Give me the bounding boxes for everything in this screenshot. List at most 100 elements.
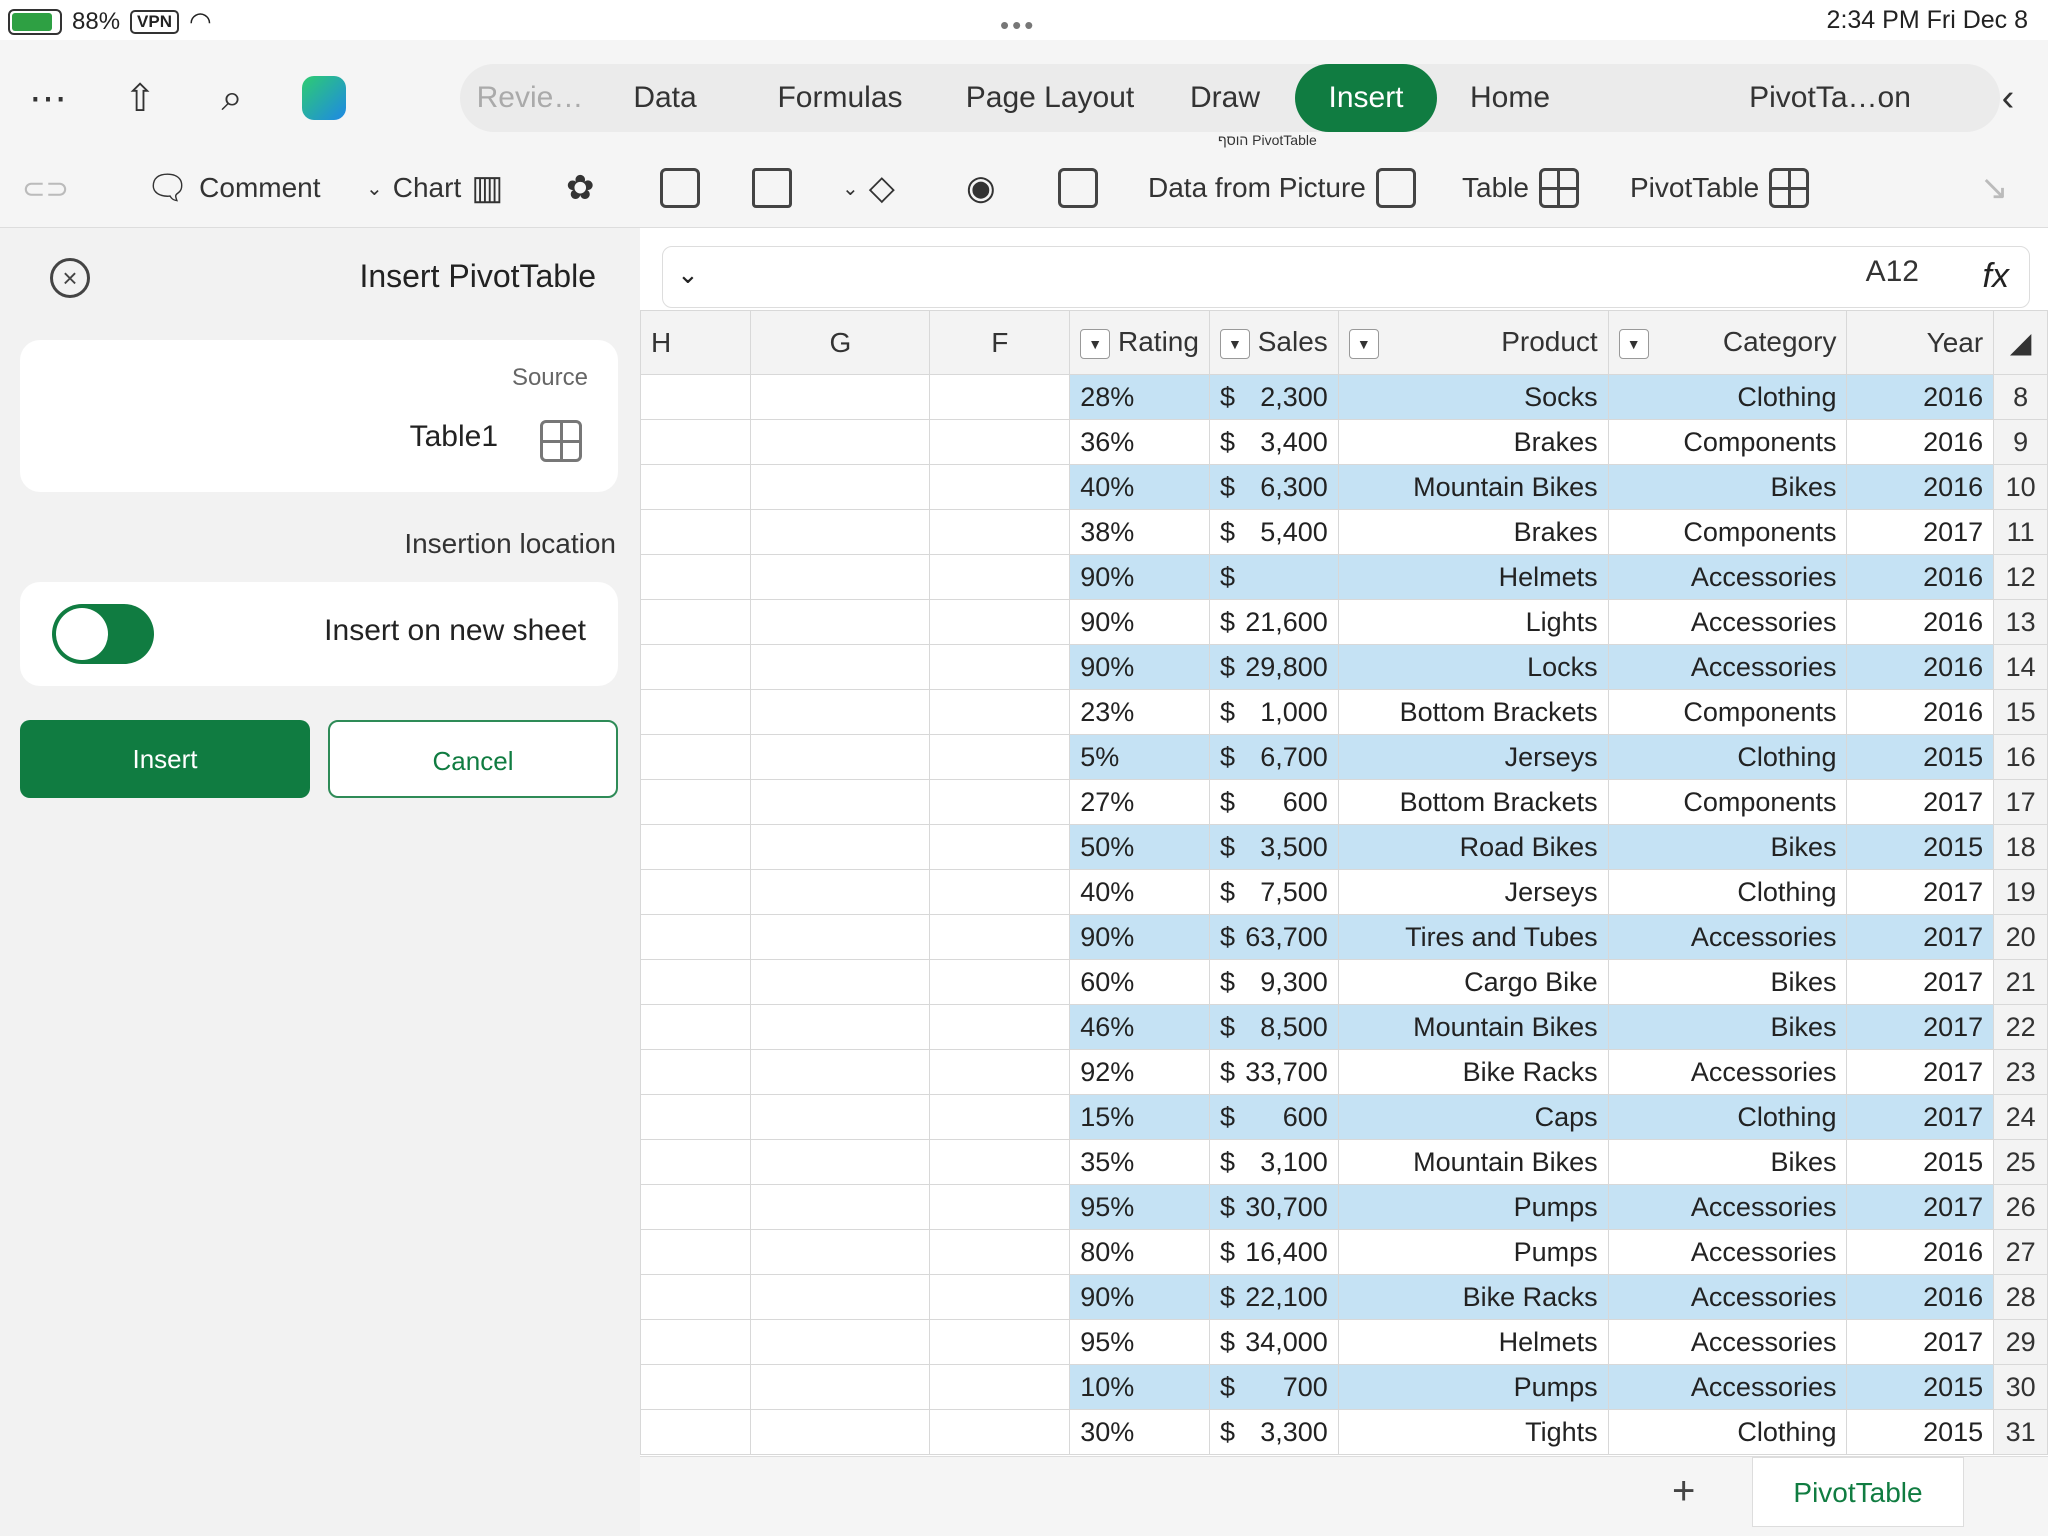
cell-f[interactable] — [929, 1139, 1071, 1185]
cell-year[interactable]: 2017 — [1846, 779, 1995, 825]
cell-g[interactable] — [750, 1229, 931, 1275]
cell-h[interactable] — [640, 1229, 752, 1275]
cell-product[interactable]: Mountain Bikes — [1337, 464, 1609, 510]
cell-rating[interactable]: 15% — [1069, 1094, 1210, 1140]
shapes-button[interactable]: ⌄ ◇ — [842, 160, 895, 216]
cell-category[interactable]: Accessories — [1607, 554, 1848, 600]
more-icon[interactable]: ⋯ — [20, 70, 76, 126]
filter-icon[interactable]: ▼ — [1348, 328, 1379, 359]
cell-f[interactable] — [929, 1364, 1071, 1410]
cell-g[interactable] — [750, 959, 931, 1005]
cell-sales[interactable]: $ — [1208, 554, 1339, 600]
cell-rating[interactable]: 95% — [1069, 1184, 1210, 1230]
cell-g[interactable] — [750, 1139, 931, 1185]
tab-insert[interactable]: Insert — [1295, 64, 1437, 132]
text-box-icon[interactable] — [752, 160, 792, 216]
filter-icon[interactable]: ▼ — [1618, 328, 1649, 359]
cell-category[interactable]: Accessories — [1607, 1274, 1848, 1320]
cell-rating[interactable]: 5% — [1069, 734, 1210, 780]
cell-f[interactable] — [929, 1229, 1071, 1275]
cell-h[interactable] — [640, 1364, 752, 1410]
copilot-icon[interactable] — [296, 70, 352, 126]
cell-product[interactable]: Tights — [1337, 1409, 1609, 1455]
cell-product[interactable]: Socks — [1337, 374, 1609, 420]
tab-home[interactable]: Home — [1450, 64, 1570, 132]
cell-rating[interactable]: 28% — [1069, 374, 1210, 420]
cell-h[interactable] — [640, 419, 752, 465]
cell-year[interactable]: 2017 — [1846, 1049, 1995, 1095]
recommended-icon[interactable]: ↘ — [1980, 160, 2009, 216]
row-number[interactable]: 26 — [1993, 1184, 2048, 1230]
cell-year[interactable]: 2016 — [1846, 554, 1995, 600]
filter-icon[interactable]: ▼ — [1219, 328, 1250, 359]
camera-icon[interactable]: ◉ — [966, 160, 996, 216]
ideas-icon[interactable]: ✿ — [566, 160, 595, 216]
multitasking-dots-icon[interactable]: ••• — [1000, 10, 1036, 41]
image-search-icon[interactable] — [660, 160, 700, 216]
cell-f[interactable] — [929, 419, 1071, 465]
cell-year[interactable]: 2016 — [1846, 689, 1995, 735]
cell-h[interactable] — [640, 779, 752, 825]
cell-h[interactable] — [640, 914, 752, 960]
cell-sales[interactable]: $2,300 — [1208, 374, 1339, 420]
cell-sales[interactable]: $34,000 — [1208, 1319, 1339, 1365]
cancel-button[interactable]: Cancel — [328, 720, 618, 798]
cell-category[interactable]: Clothing — [1607, 869, 1848, 915]
cell-year[interactable]: 2016 — [1846, 644, 1995, 690]
cell-sales[interactable]: $6,700 — [1208, 734, 1339, 780]
search-icon[interactable]: ⌕ — [204, 70, 260, 126]
cell-h[interactable] — [640, 734, 752, 780]
cell-g[interactable] — [750, 1049, 931, 1095]
cell-g[interactable] — [750, 689, 931, 735]
cell-rating[interactable]: 90% — [1069, 1274, 1210, 1320]
cell-category[interactable]: Accessories — [1607, 1319, 1848, 1365]
cell-f[interactable] — [929, 734, 1071, 780]
cell-sales[interactable]: $600 — [1208, 779, 1339, 825]
cell-product[interactable]: Bike Racks — [1337, 1274, 1609, 1320]
cell-rating[interactable]: 50% — [1069, 824, 1210, 870]
cell-f[interactable] — [929, 1274, 1071, 1320]
cell-product[interactable]: Mountain Bikes — [1337, 1139, 1609, 1185]
cell-year[interactable]: 2015 — [1846, 1139, 1995, 1185]
cell-year[interactable]: 2015 — [1846, 1364, 1995, 1410]
cell-rating[interactable]: 27% — [1069, 779, 1210, 825]
cell-h[interactable] — [640, 1184, 752, 1230]
cell-f[interactable] — [929, 824, 1071, 870]
chevron-down-icon[interactable]: ⌄ — [677, 259, 699, 290]
new-sheet-toggle[interactable] — [52, 604, 154, 664]
cell-rating[interactable]: 46% — [1069, 1004, 1210, 1050]
cell-sales[interactable]: $3,300 — [1208, 1409, 1339, 1455]
cell-product[interactable]: Brakes — [1337, 419, 1609, 465]
cell-rating[interactable]: 10% — [1069, 1364, 1210, 1410]
source-card[interactable]: Source Table1 — [20, 340, 618, 492]
fx-icon[interactable]: fx — [1983, 257, 2009, 296]
cell-category[interactable]: Bikes — [1607, 1139, 1848, 1185]
cell-g[interactable] — [750, 824, 931, 870]
cell-h[interactable] — [640, 374, 752, 420]
select-all-corner[interactable]: ◢ — [1993, 310, 2048, 375]
cell-sales[interactable]: $7,500 — [1208, 869, 1339, 915]
cell-sales[interactable]: $30,700 — [1208, 1184, 1339, 1230]
cell-product[interactable]: Locks — [1337, 644, 1609, 690]
cell-g[interactable] — [750, 1274, 931, 1320]
row-number[interactable]: 19 — [1993, 869, 2048, 915]
cell-f[interactable] — [929, 464, 1071, 510]
cell-f[interactable] — [929, 644, 1071, 690]
comment-button[interactable]: 🗨 Comment — [146, 160, 321, 216]
cell-sales[interactable]: $600 — [1208, 1094, 1339, 1140]
filter-icon[interactable]: ▼ — [1080, 328, 1111, 359]
cell-g[interactable] — [750, 1094, 931, 1140]
cell-f[interactable] — [929, 1004, 1071, 1050]
cell-h[interactable] — [640, 689, 752, 735]
cell-year[interactable]: 2017 — [1846, 914, 1995, 960]
cell-sales[interactable]: $6,300 — [1208, 464, 1339, 510]
name-box[interactable]: A12 — [1866, 255, 1919, 289]
cell-category[interactable]: Components — [1607, 779, 1848, 825]
cell-year[interactable]: 2017 — [1846, 1094, 1995, 1140]
cell-g[interactable] — [750, 554, 931, 600]
cell-year[interactable]: 2017 — [1846, 869, 1995, 915]
row-number[interactable]: 18 — [1993, 824, 2048, 870]
cell-category[interactable]: Bikes — [1607, 464, 1848, 510]
cell-product[interactable]: Jerseys — [1337, 734, 1609, 780]
cell-sales[interactable]: $33,700 — [1208, 1049, 1339, 1095]
